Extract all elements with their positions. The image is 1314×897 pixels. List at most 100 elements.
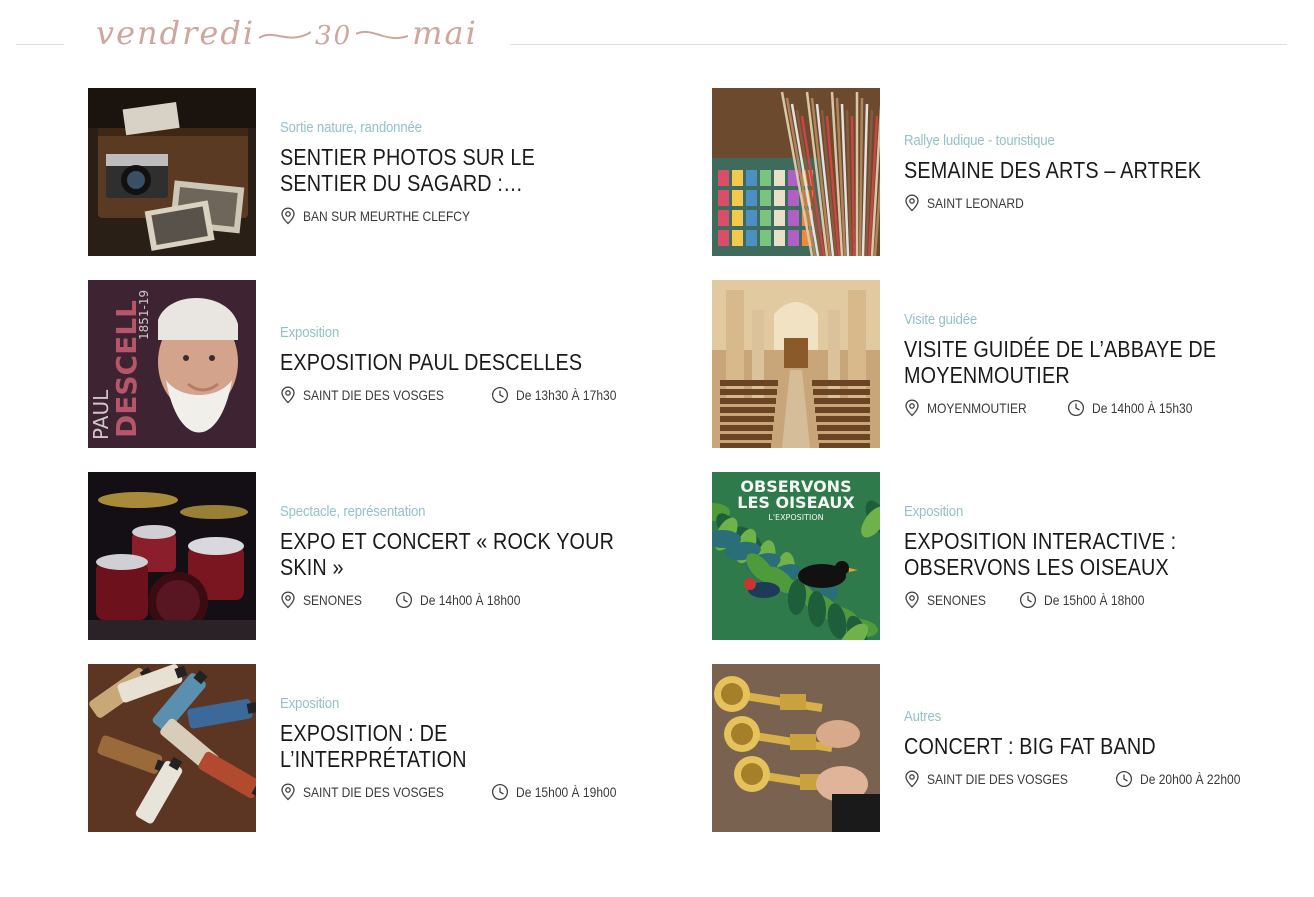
event-time: De 20h00 À 22h00 <box>1115 770 1257 788</box>
event-body: Sortie nature, randonnée Sentier photos … <box>280 88 648 256</box>
event-thumbnail[interactable] <box>88 88 256 256</box>
event-time: De 15h00 À 19h00 <box>491 783 633 801</box>
svg-text:LES OISEAUX: LES OISEAUX <box>737 493 855 512</box>
event-meta: SAINT DIE DES VOSGES De 15h00 À 19h00 <box>280 782 648 802</box>
portrait-paul-descelles-image: DESCELL PAUL 1851-19 <box>88 280 256 448</box>
event-category: Rallye ludique - touristique <box>904 131 1055 149</box>
event-category: Visite guidée <box>904 310 978 328</box>
clock-icon <box>491 386 508 403</box>
header-divider-right <box>510 44 1287 45</box>
event-category: Exposition <box>904 502 964 520</box>
location-pin-icon <box>281 591 295 608</box>
svg-text:L'EXPOSITION: L'EXPOSITION <box>768 513 823 522</box>
drum-kit-image <box>88 472 256 640</box>
event-location-text: SAINT DIE DES VOSGES <box>927 770 1068 787</box>
event-category: Spectacle, représentation <box>280 502 426 520</box>
birds-poster-image: OBSERVONS LES OISEAUX L'EXPOSITION <box>712 472 880 640</box>
trumpets-image <box>712 664 880 832</box>
location-pin-icon <box>905 399 919 416</box>
paint-tubes-image <box>88 664 256 832</box>
svg-text:PAUL: PAUL <box>89 389 113 440</box>
location-pin-icon <box>905 194 919 211</box>
event-body: Exposition Exposition : De l’interprétat… <box>280 664 648 832</box>
location-pin-icon <box>905 591 919 608</box>
event-time: De 14h00 À 18h00 <box>395 591 537 609</box>
event-location: SAINT DIE DES VOSGES <box>904 770 1091 788</box>
event-title[interactable]: Sentier photos sur le sentier du Sagard … <box>280 144 624 196</box>
event-location-text: SENONES <box>927 591 986 608</box>
event-title[interactable]: Exposition : De l’interprétation <box>280 720 624 772</box>
event-category: Sortie nature, randonnée <box>280 118 422 136</box>
event-card[interactable]: Sortie nature, randonnée Sentier photos … <box>88 88 648 256</box>
event-thumbnail[interactable] <box>88 664 256 832</box>
event-meta: SAINT LEONARD <box>904 193 1272 213</box>
event-body: Spectacle, représentation Expo et concer… <box>280 472 648 640</box>
event-title[interactable]: Visite guidée de l’abbaye de Moyenmoutie… <box>904 336 1248 388</box>
event-thumbnail[interactable]: DESCELL PAUL 1851-19 <box>88 280 256 448</box>
event-card[interactable]: Spectacle, représentation Expo et concer… <box>88 472 648 640</box>
location-pin-icon <box>281 783 295 800</box>
event-title[interactable]: Exposition Paul Descelles <box>280 349 624 375</box>
event-time-text: De 15h00 À 18h00 <box>1044 591 1145 608</box>
paint-brushes-pastels-image <box>712 88 880 256</box>
event-category: Autres <box>904 707 942 725</box>
event-meta: SAINT DIE DES VOSGES De 20h00 À 22h00 <box>904 769 1272 789</box>
date-header: vendredi 30 mai <box>0 0 1314 70</box>
date-weekday: vendredi <box>96 14 256 52</box>
event-title[interactable]: Semaine des Arts – Artrek <box>904 157 1248 183</box>
event-time-text: De 20h00 À 22h00 <box>1139 770 1241 787</box>
header-divider-left <box>16 44 64 45</box>
event-thumbnail[interactable]: OBSERVONS LES OISEAUX L'EXPOSITION <box>712 472 880 640</box>
event-location-text: SAINT DIE DES VOSGES <box>303 783 444 800</box>
event-category: Exposition <box>280 694 340 712</box>
event-location: SAINT LEONARD <box>904 194 1040 212</box>
location-pin-icon <box>905 770 919 787</box>
event-body: Exposition Exposition interactive : Obse… <box>904 472 1272 640</box>
event-location: SAINT DIE DES VOSGES <box>280 386 467 404</box>
event-card[interactable]: OBSERVONS LES OISEAUX L'EXPOSITION Expos… <box>712 472 1272 640</box>
event-location-text: MOYENMOUTIER <box>927 399 1027 416</box>
event-card[interactable]: Visite guidée Visite guidée de l’abbaye … <box>712 280 1272 448</box>
event-card[interactable]: Exposition Exposition : De l’interprétat… <box>88 664 648 832</box>
event-location-text: SAINT DIE DES VOSGES <box>303 386 444 403</box>
event-location: MOYENMOUTIER <box>904 399 1043 417</box>
event-body: Visite guidée Visite guidée de l’abbaye … <box>904 280 1272 448</box>
event-meta: BAN SUR MEURTHE CLEFCY <box>280 206 648 226</box>
event-location-text: BAN SUR MEURTHE CLEFCY <box>303 207 471 224</box>
event-thumbnail[interactable] <box>712 664 880 832</box>
event-title[interactable]: Exposition interactive : Observons les o… <box>904 528 1248 580</box>
clock-icon <box>396 591 413 608</box>
event-thumbnail[interactable] <box>88 472 256 640</box>
event-time-text: De 14h00 À 18h00 <box>420 591 521 608</box>
flourish-icon <box>356 30 409 44</box>
date-day: 30 <box>315 21 353 51</box>
event-body: Exposition Exposition Paul Descelles SAI… <box>280 280 648 448</box>
svg-text:1851-19: 1851-19 <box>137 290 151 340</box>
event-card[interactable]: Rallye ludique - touristique Semaine des… <box>712 88 1272 256</box>
event-location: SENONES <box>280 591 371 609</box>
event-body: Rallye ludique - touristique Semaine des… <box>904 88 1272 256</box>
clock-icon <box>1115 770 1132 787</box>
event-time: De 14h00 À 15h30 <box>1067 399 1209 417</box>
date-month: mai <box>412 14 478 52</box>
event-card[interactable]: DESCELL PAUL 1851-19 Exposition Expositi… <box>88 280 648 448</box>
event-meta: SENONES De 15h00 À 18h00 <box>904 590 1272 610</box>
clock-icon <box>1020 591 1037 608</box>
event-time-text: De 13h30 À 17h30 <box>515 386 617 403</box>
flourish-icon <box>259 30 312 44</box>
event-thumbnail[interactable] <box>712 280 880 448</box>
event-meta: SAINT DIE DES VOSGES De 13h30 À 17h30 <box>280 385 648 405</box>
date-title: vendredi 30 mai <box>96 14 478 64</box>
event-thumbnail[interactable] <box>712 88 880 256</box>
event-meta: SENONES De 14h00 À 18h00 <box>280 590 648 610</box>
event-title[interactable]: Expo et concert « Rock Your Skin » <box>280 528 624 580</box>
event-location: SENONES <box>904 591 995 609</box>
event-time-text: De 14h00 À 15h30 <box>1091 399 1193 416</box>
event-card[interactable]: Autres Concert : Big Fat Band SAINT DIE … <box>712 664 1272 832</box>
event-title[interactable]: Concert : Big Fat Band <box>904 733 1248 759</box>
event-body: Autres Concert : Big Fat Band SAINT DIE … <box>904 664 1272 832</box>
event-time-text: De 15h00 À 19h00 <box>515 783 617 800</box>
event-time: De 13h30 À 17h30 <box>491 386 633 404</box>
event-location-text: SAINT LEONARD <box>927 194 1024 211</box>
clock-icon <box>1067 399 1084 416</box>
